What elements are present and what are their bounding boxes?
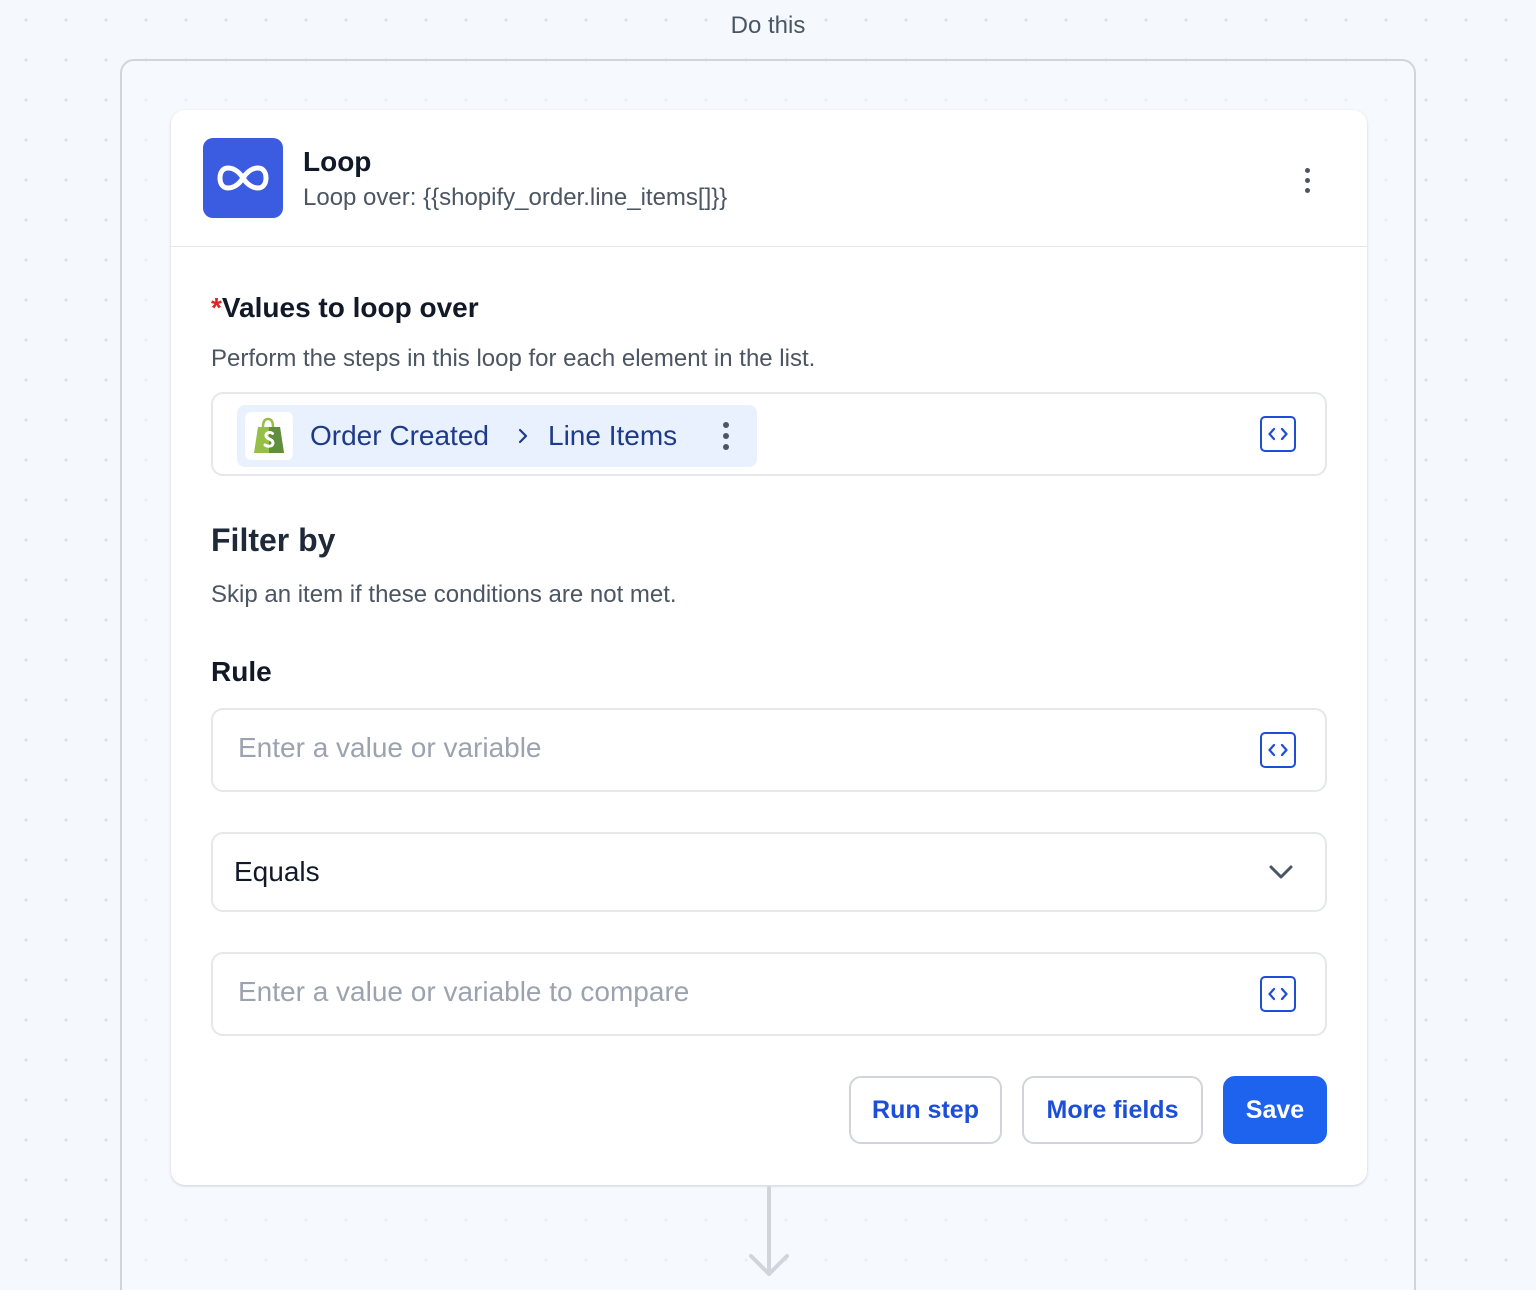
rule-compare-input[interactable]: Enter a value or variable to compare [211,952,1327,1036]
values-to-loop-field[interactable]: Order Created Line Items [211,392,1327,476]
save-button[interactable]: Save [1223,1076,1327,1144]
step-group-label: Do this [730,12,806,39]
rule-value-placeholder: Enter a value or variable [238,732,542,763]
rule-value-input[interactable]: Enter a value or variable [211,708,1327,792]
step-subtitle: Loop over: {{shopify_order.line_items[]}… [303,184,728,211]
kebab-dot [1304,187,1310,193]
rule-operator-value: Equals [234,856,320,887]
run-step-button[interactable]: Run step [849,1076,1002,1144]
step-more-menu-button[interactable] [1291,160,1323,200]
filter-by-help: Skip an item if these conditions are not… [211,581,677,608]
infinity-icon [203,138,283,218]
insert-variable-button[interactable] [1260,732,1296,768]
variable-pill[interactable]: Order Created Line Items [237,405,757,467]
values-to-loop-label: *Values to loop over [211,290,479,326]
insert-variable-button[interactable] [1260,976,1296,1012]
values-to-loop-label-text: Values to loop over [221,292,479,323]
rule-label: Rule [211,656,272,687]
shopify-icon [245,412,293,460]
kebab-dot [1304,177,1310,183]
variable-pill-menu-button[interactable] [721,420,731,452]
chevron-right-icon [515,425,531,447]
step-title: Loop [303,146,372,177]
chevron-down-icon [1267,860,1295,884]
kebab-dot [723,422,729,428]
filter-by-heading: Filter by [211,522,336,558]
values-to-loop-help: Perform the steps in this loop for each … [211,345,816,372]
kebab-dot [723,433,729,439]
insert-variable-button[interactable] [1260,416,1296,452]
loop-step-card: Loop Loop over: {{shopify_order.line_ite… [171,110,1367,1185]
rule-operator-select[interactable]: Equals [211,832,1327,912]
more-fields-button[interactable]: More fields [1022,1076,1203,1144]
kebab-dot [1304,167,1310,173]
rule-compare-placeholder: Enter a value or variable to compare [238,976,690,1007]
variable-field: Line Items [548,420,678,451]
step-header[interactable]: Loop Loop over: {{shopify_order.line_ite… [171,110,1367,247]
variable-source: Order Created [310,420,489,451]
code-icon [1268,427,1288,441]
code-icon [1268,987,1288,1001]
code-icon [1268,743,1288,757]
required-marker: * [211,292,222,323]
flow-arrow-down-icon [746,1186,792,1280]
kebab-dot [723,444,729,450]
